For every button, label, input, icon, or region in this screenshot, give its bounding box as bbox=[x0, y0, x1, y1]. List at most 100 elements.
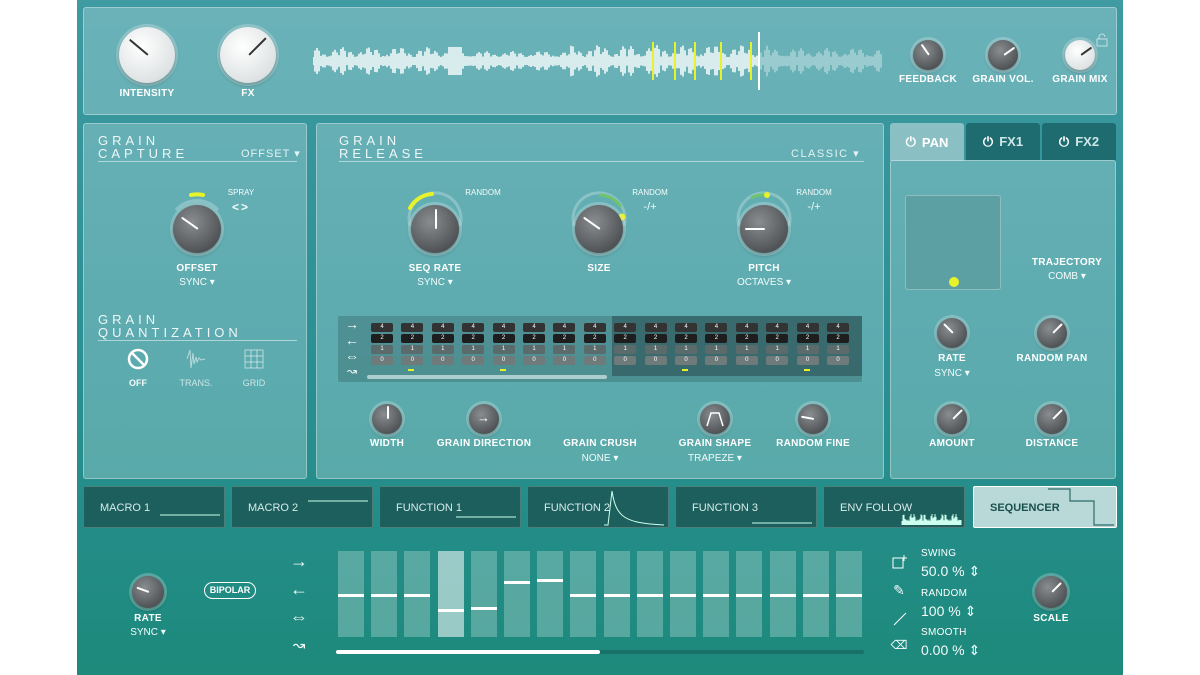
grain-direction-button[interactable]: → bbox=[469, 404, 499, 434]
grain-step-cell[interactable]: 4 2 1 0 bbox=[552, 321, 576, 365]
sequencer-step[interactable] bbox=[404, 551, 431, 637]
seq-random-icon[interactable]: ↝ bbox=[287, 636, 311, 654]
sequencer-step[interactable] bbox=[836, 551, 862, 637]
trajectory-dot[interactable] bbox=[949, 277, 959, 287]
sequencer-step[interactable] bbox=[769, 551, 796, 637]
grain-step-value: 1 bbox=[553, 345, 576, 354]
random-pan-knob[interactable] bbox=[1037, 318, 1067, 348]
grain-step-cell[interactable]: 4 2 1 0 bbox=[674, 321, 698, 365]
seq-rate-knob[interactable] bbox=[411, 205, 459, 253]
tab-fx1[interactable]: ⏻ FX1 bbox=[966, 123, 1040, 160]
lock-icon[interactable] bbox=[1096, 33, 1108, 47]
pitch-knob[interactable] bbox=[740, 205, 788, 253]
mod-macro-1[interactable]: MACRO 1 bbox=[83, 486, 225, 528]
sequencer-step[interactable] bbox=[437, 551, 464, 637]
sequencer-step[interactable] bbox=[504, 551, 530, 637]
grain-step-cell[interactable]: 4 2 1 0 bbox=[431, 321, 455, 365]
bidirectional-icon[interactable]: ⇔ bbox=[341, 348, 363, 364]
seq-rate-sync-bottom[interactable]: SYNC ▾ bbox=[108, 627, 188, 638]
spray-toggle[interactable]: <> bbox=[227, 200, 255, 214]
grain-crush-dropdown[interactable]: NONE ▾ bbox=[560, 453, 640, 464]
seq-forward-icon[interactable]: → bbox=[287, 551, 311, 572]
tab-fx2[interactable]: ⏻ FX2 bbox=[1042, 123, 1116, 160]
grain-shape-dropdown[interactable]: TRAPEZE ▾ bbox=[675, 453, 755, 464]
size-knob[interactable] bbox=[575, 205, 623, 253]
mod-function-2[interactable]: FUNCTION 2 bbox=[527, 486, 669, 528]
mod-sequencer[interactable]: SEQUENCER bbox=[973, 486, 1117, 528]
smooth-value[interactable]: 0.00 % ⇕ bbox=[921, 642, 991, 659]
sequencer-step[interactable] bbox=[371, 551, 398, 637]
grain-step-cell[interactable]: 4 2 1 0 bbox=[461, 321, 485, 365]
grain-step-cell[interactable]: 4 2 1 0 bbox=[370, 321, 394, 365]
trajectory-dropdown[interactable]: COMB ▾ bbox=[1027, 271, 1107, 282]
offset-knob[interactable] bbox=[173, 205, 221, 253]
grain-step-cell[interactable]: 4 2 1 0 bbox=[704, 321, 728, 365]
sequencer-step[interactable] bbox=[537, 551, 564, 637]
mod-env-follow[interactable]: ENV FOLLOW bbox=[823, 486, 965, 528]
grain-step-cell[interactable]: 4 2 1 0 bbox=[796, 321, 820, 365]
bipolar-button[interactable]: BIPOLAR bbox=[204, 582, 256, 599]
pencil-icon[interactable]: ✎ bbox=[889, 582, 909, 599]
grain-mix-knob[interactable] bbox=[1065, 40, 1095, 70]
grain-grid-scrollbar[interactable] bbox=[367, 375, 607, 379]
feedback-knob[interactable] bbox=[913, 40, 943, 70]
forward-direction-icon[interactable]: → bbox=[341, 316, 363, 332]
fx-knob[interactable] bbox=[220, 27, 276, 83]
grain-step-cell[interactable]: 4 2 1 0 bbox=[400, 321, 424, 365]
grain-step-cell[interactable]: 4 2 1 0 bbox=[765, 321, 789, 365]
sequencer-step[interactable] bbox=[670, 551, 696, 637]
sequencer-step[interactable] bbox=[636, 551, 663, 637]
width-knob[interactable] bbox=[372, 404, 402, 434]
tab-pan[interactable]: ⏻ PAN bbox=[890, 123, 964, 161]
grain-vol-knob[interactable] bbox=[988, 40, 1018, 70]
seq-bidirectional-icon[interactable]: ⇔ bbox=[287, 607, 311, 628]
sequencer-step[interactable] bbox=[802, 551, 829, 637]
grid-icon[interactable] bbox=[243, 348, 265, 370]
sequencer-step[interactable] bbox=[470, 551, 497, 637]
intensity-knob[interactable] bbox=[119, 27, 175, 83]
random-value[interactable]: 100 % ⇕ bbox=[921, 603, 991, 620]
random-direction-icon[interactable]: ↝ bbox=[341, 364, 363, 378]
seq-rate-knob-bottom[interactable] bbox=[132, 576, 164, 608]
mod-function-3[interactable]: FUNCTION 3 bbox=[675, 486, 817, 528]
sequencer-step[interactable] bbox=[338, 551, 364, 637]
random-fine-knob[interactable] bbox=[798, 404, 828, 434]
grain-step-cell[interactable]: 4 2 1 0 bbox=[644, 321, 668, 365]
seq-scrollbar-thumb[interactable] bbox=[336, 650, 600, 654]
seq-reverse-icon[interactable]: ← bbox=[287, 579, 311, 600]
pitch-octaves-dropdown[interactable]: OCTAVES ▾ bbox=[724, 277, 804, 288]
sequencer-step[interactable] bbox=[703, 551, 730, 637]
waveform-display[interactable] bbox=[313, 30, 888, 92]
grain-step-cell[interactable]: 4 2 1 0 bbox=[735, 321, 759, 365]
transient-icon[interactable] bbox=[185, 348, 207, 370]
sequencer-step[interactable] bbox=[570, 551, 597, 637]
reverse-direction-icon[interactable]: ← bbox=[341, 332, 363, 348]
off-icon[interactable] bbox=[127, 348, 149, 370]
sequencer-step[interactable] bbox=[603, 551, 630, 637]
eraser-icon[interactable]: ⌫ bbox=[889, 638, 909, 652]
grain-step-cell[interactable]: 4 2 1 0 bbox=[522, 321, 546, 365]
offset-sync-dropdown[interactable]: SYNC ▾ bbox=[157, 277, 237, 288]
trajectory-pad[interactable] bbox=[905, 195, 1001, 290]
grain-step-cell[interactable]: 4 2 1 0 bbox=[583, 321, 607, 365]
mod-function-1[interactable]: FUNCTION 1 bbox=[379, 486, 521, 528]
add-step-icon[interactable] bbox=[892, 554, 908, 570]
swing-value[interactable]: 50.0 % ⇕ bbox=[921, 563, 991, 580]
pan-rate-sync-dropdown[interactable]: SYNC ▾ bbox=[912, 368, 992, 379]
grain-shape-button[interactable] bbox=[700, 404, 730, 434]
grain-step-cell[interactable]: 4 2 1 0 bbox=[826, 321, 850, 365]
distance-knob[interactable] bbox=[1037, 404, 1067, 434]
grain-step-cell[interactable]: 4 2 1 0 bbox=[492, 321, 516, 365]
release-preset-dropdown[interactable]: CLASSIC ▾ bbox=[791, 147, 860, 160]
offset-mode-dropdown[interactable]: OFFSET ▾ bbox=[241, 147, 301, 160]
sequencer-step[interactable] bbox=[736, 551, 763, 637]
scale-knob[interactable] bbox=[1035, 576, 1067, 608]
grain-step-cell[interactable]: 4 2 1 0 bbox=[613, 321, 637, 365]
mod-macro-2[interactable]: MACRO 2 bbox=[231, 486, 373, 528]
amount-knob[interactable] bbox=[937, 404, 967, 434]
line-tool-icon[interactable] bbox=[893, 612, 907, 626]
size-random-toggle[interactable]: -/+ bbox=[635, 201, 665, 213]
pan-rate-knob[interactable] bbox=[937, 318, 967, 348]
pitch-random-toggle[interactable]: -/+ bbox=[799, 201, 829, 213]
seq-rate-sync-dropdown[interactable]: SYNC ▾ bbox=[395, 277, 475, 288]
